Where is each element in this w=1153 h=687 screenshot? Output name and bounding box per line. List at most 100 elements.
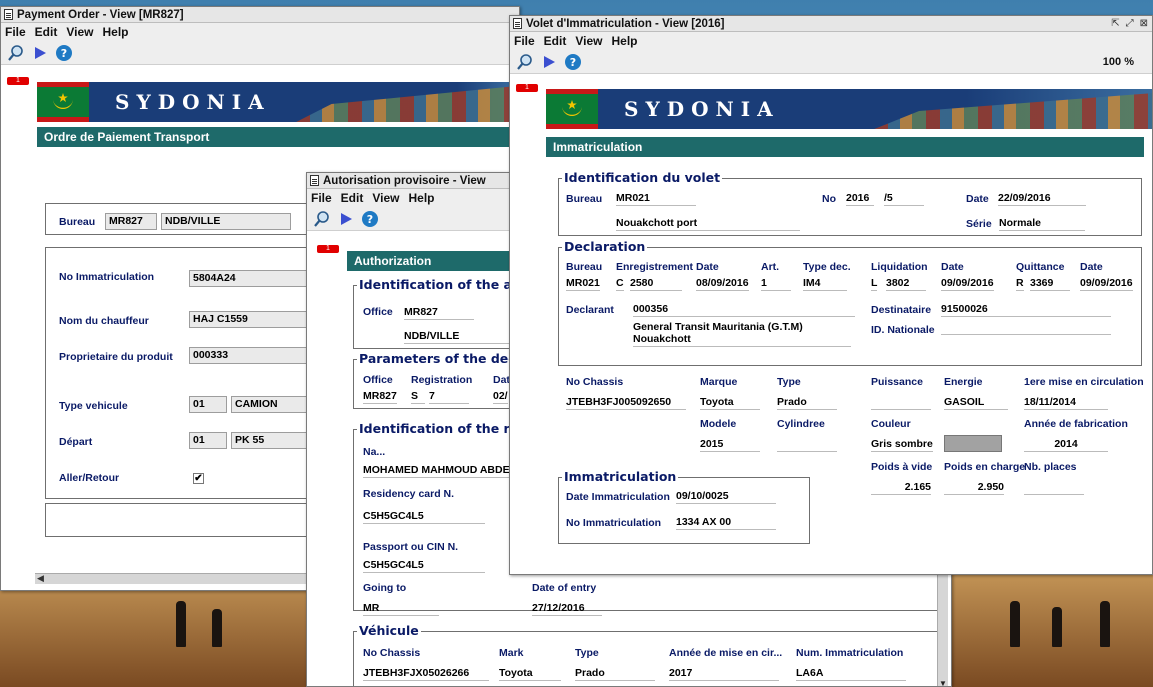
going-to-value[interactable]: MR bbox=[363, 602, 439, 616]
scroll-down-icon[interactable]: ▼ bbox=[939, 679, 947, 686]
menu-edit[interactable]: Edit bbox=[544, 34, 567, 48]
menu-file[interactable]: File bbox=[311, 191, 332, 205]
type-value[interactable]: Prado bbox=[777, 396, 837, 410]
proprietaire-field[interactable]: 000333 bbox=[189, 347, 309, 364]
vehicule-immat[interactable]: LA6A bbox=[796, 667, 906, 681]
help-icon[interactable]: ? bbox=[55, 44, 73, 62]
destinataire-value[interactable]: 91500026 bbox=[941, 303, 1111, 317]
decl-liq-date[interactable]: 09/09/2016 bbox=[941, 277, 994, 291]
couleur-value[interactable]: Gris sombre bbox=[871, 438, 933, 452]
modele-value[interactable]: 2015 bbox=[700, 438, 760, 452]
decl-bureau[interactable]: MR021 bbox=[566, 277, 600, 291]
cylindree-value[interactable] bbox=[777, 438, 837, 452]
close-icon[interactable]: ⊠ bbox=[1140, 18, 1148, 29]
poids-charge-value[interactable]: 2.950 bbox=[944, 481, 1004, 495]
help-icon[interactable]: ? bbox=[564, 53, 582, 71]
page-tag[interactable]: 1 bbox=[317, 245, 339, 253]
marque-value[interactable]: Toyota bbox=[700, 396, 760, 410]
decl-article[interactable]: 1 bbox=[761, 277, 791, 291]
office-code[interactable]: MR827 bbox=[404, 306, 474, 320]
declarant-city[interactable]: Nouakchott bbox=[633, 333, 851, 347]
menu-bar: File Edit View Help bbox=[1, 23, 519, 41]
energie-value[interactable]: GASOIL bbox=[944, 396, 1008, 410]
decl-liq-series[interactable]: L bbox=[871, 277, 878, 291]
bureau-value[interactable]: MR021 bbox=[616, 192, 696, 206]
type-vehicule-code-field[interactable]: 01 bbox=[189, 396, 227, 413]
date-value[interactable]: 22/09/2016 bbox=[998, 192, 1086, 206]
residency-value[interactable]: C5H5GC4L5 bbox=[363, 510, 485, 524]
page-tag[interactable]: 1 bbox=[7, 77, 29, 85]
vehicule-type[interactable]: Prado bbox=[575, 667, 655, 681]
minimize-icon[interactable]: ⇱ bbox=[1111, 18, 1119, 29]
date-entry-value[interactable]: 27/12/2016 bbox=[532, 602, 602, 616]
param-office-value[interactable]: MR827 bbox=[363, 390, 397, 404]
annee-fabrication-value[interactable]: 2014 bbox=[1024, 438, 1108, 452]
bureau-name-field[interactable]: NDB/VILLE bbox=[161, 213, 291, 230]
param-date-value[interactable]: 02/ bbox=[493, 390, 508, 404]
nb-places-value[interactable] bbox=[1024, 481, 1084, 495]
decl-liq-number[interactable]: 3802 bbox=[886, 277, 926, 291]
declarant-code[interactable]: 000356 bbox=[633, 303, 855, 317]
chassis-value[interactable]: JTEBH3FJ005092650 bbox=[566, 396, 686, 410]
title-bar[interactable]: Volet d'Immatriculation - View [2016] ⇱ … bbox=[510, 16, 1152, 32]
vehicule-annee[interactable]: 2017 bbox=[669, 667, 779, 681]
decl-enr-date[interactable]: 08/09/2016 bbox=[696, 277, 749, 291]
menu-file[interactable]: File bbox=[5, 25, 26, 39]
menu-view[interactable]: View bbox=[372, 191, 399, 205]
search-icon[interactable] bbox=[516, 53, 534, 71]
search-icon[interactable] bbox=[313, 210, 331, 228]
help-icon[interactable]: ? bbox=[361, 210, 379, 228]
vehicule-mark[interactable]: Toyota bbox=[499, 667, 561, 681]
passport-value[interactable]: C5H5GC4L5 bbox=[363, 559, 485, 573]
depart-field[interactable]: PK 55 bbox=[231, 432, 309, 449]
search-icon[interactable] bbox=[7, 44, 25, 62]
menu-help[interactable]: Help bbox=[102, 25, 128, 39]
poids-vide-value[interactable]: 2.165 bbox=[871, 481, 931, 495]
date-immat-value[interactable]: 09/10/0025 bbox=[676, 490, 776, 504]
zoom-level[interactable]: 100 % bbox=[1103, 56, 1152, 68]
group-title: Véhicule bbox=[357, 623, 421, 638]
decl-quit-number[interactable]: 3369 bbox=[1030, 277, 1070, 291]
aller-retour-checkbox[interactable]: ✔ bbox=[193, 473, 204, 484]
page-tag[interactable]: 1 bbox=[516, 84, 538, 92]
decl-quit-series[interactable]: R bbox=[1016, 277, 1024, 291]
menu-file[interactable]: File bbox=[514, 34, 535, 48]
premiere-circulation-value[interactable]: 18/11/2014 bbox=[1024, 396, 1108, 410]
menu-view[interactable]: View bbox=[66, 25, 93, 39]
menu-view[interactable]: View bbox=[575, 34, 602, 48]
decl-enr-number[interactable]: 2580 bbox=[630, 277, 682, 291]
no-immat-value[interactable]: 1334 AX 00 bbox=[676, 516, 776, 530]
chauffeur-field[interactable]: HAJ C1559 bbox=[189, 311, 309, 328]
immatriculation-field[interactable]: 5804A24 bbox=[189, 270, 309, 287]
decl-type[interactable]: IM4 bbox=[803, 277, 847, 291]
office-name[interactable]: NDB/VILLE bbox=[404, 330, 514, 344]
bureau-name[interactable]: Nouakchott port bbox=[616, 217, 800, 231]
decl-quit-date[interactable]: 09/09/2016 bbox=[1080, 277, 1133, 291]
menu-edit[interactable]: Edit bbox=[341, 191, 364, 205]
puissance-value[interactable] bbox=[871, 396, 931, 410]
play-icon[interactable] bbox=[31, 44, 49, 62]
maximize-icon[interactable]: ⤢ bbox=[1126, 18, 1134, 29]
vehicule-chassis[interactable]: JTEBH3FJX05026266 bbox=[363, 667, 489, 681]
serie-value[interactable]: Normale bbox=[999, 217, 1085, 231]
chassis-label: No Chassis bbox=[566, 376, 624, 388]
no-year[interactable]: 2016 bbox=[846, 192, 874, 206]
param-registration-number[interactable]: 7 bbox=[429, 390, 469, 404]
play-icon[interactable] bbox=[540, 53, 558, 71]
id-nationale-value[interactable] bbox=[941, 323, 1111, 335]
declarant-label: Declarant bbox=[566, 304, 614, 316]
menu-help[interactable]: Help bbox=[408, 191, 434, 205]
couleur-swatch[interactable] bbox=[944, 435, 1002, 452]
menu-edit[interactable]: Edit bbox=[35, 25, 58, 39]
menu-help[interactable]: Help bbox=[611, 34, 637, 48]
type-vehicule-field[interactable]: CAMION bbox=[231, 396, 309, 413]
scroll-left-icon[interactable]: ◀ bbox=[37, 573, 44, 584]
bureau-code-field[interactable]: MR827 bbox=[105, 213, 157, 230]
title-bar[interactable]: Payment Order - View [MR827] bbox=[1, 7, 519, 23]
play-icon[interactable] bbox=[337, 210, 355, 228]
name-value[interactable]: MOHAMED MAHMOUD ABDELL bbox=[363, 464, 523, 478]
no-number[interactable]: /5 bbox=[884, 192, 924, 206]
param-registration-series[interactable]: S bbox=[411, 390, 425, 404]
decl-enr-series[interactable]: C bbox=[616, 277, 624, 291]
depart-code-field[interactable]: 01 bbox=[189, 432, 227, 449]
